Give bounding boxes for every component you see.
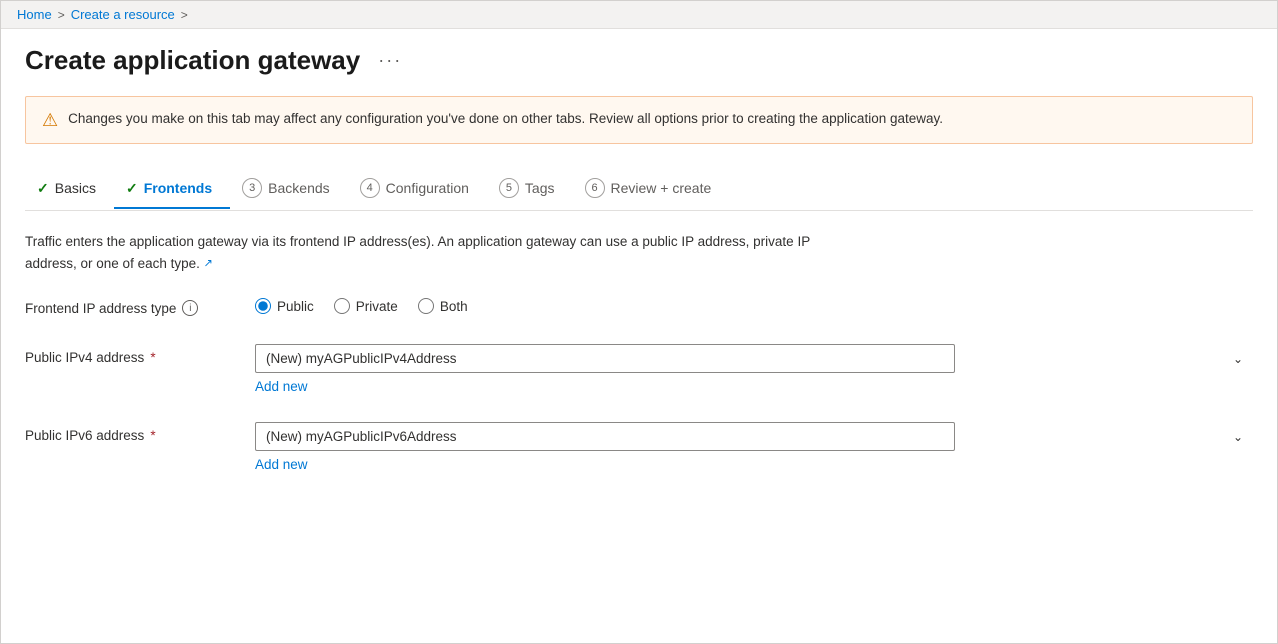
ipv4-label-text: Public IPv4 address	[25, 350, 144, 365]
breadcrumb-home[interactable]: Home	[17, 7, 52, 22]
ipv4-dropdown[interactable]: (New) myAGPublicIPv4Address	[255, 344, 955, 373]
ipv6-row: Public IPv6 address * (New) myAGPublicIP…	[25, 422, 1253, 472]
radio-public[interactable]: Public	[255, 298, 314, 314]
radio-private-label: Private	[356, 299, 398, 314]
form-section: Frontend IP address type i Public Privat…	[25, 294, 1253, 472]
main-content: Create application gateway ··· ⚠ Changes…	[1, 29, 1277, 496]
ipv4-dropdown-wrapper: (New) myAGPublicIPv4Address ⌄	[255, 344, 1253, 373]
page-title-row: Create application gateway ···	[25, 45, 1253, 76]
page-title: Create application gateway	[25, 45, 360, 76]
tab-backends-label: Backends	[268, 180, 329, 196]
radio-both-input[interactable]	[418, 298, 434, 314]
ipv6-dropdown-wrapper: (New) myAGPublicIPv6Address ⌄	[255, 422, 1253, 451]
top-bar: Home > Create a resource >	[1, 1, 1277, 29]
warning-text: Changes you make on this tab may affect …	[68, 109, 943, 129]
radio-private[interactable]: Private	[334, 298, 398, 314]
frontend-ip-radio-group: Public Private Both	[255, 294, 1253, 314]
frontend-ip-control: Public Private Both	[255, 294, 1253, 314]
tab-backends-step: 3	[242, 178, 262, 198]
tab-tags-label: Tags	[525, 180, 555, 196]
frontend-ip-label-text: Frontend IP address type	[25, 301, 176, 316]
ipv4-add-new[interactable]: Add new	[255, 379, 308, 394]
warning-banner: ⚠ Changes you make on this tab may affec…	[25, 96, 1253, 144]
description-link[interactable]: ↗	[204, 256, 213, 271]
radio-private-input[interactable]	[334, 298, 350, 314]
ipv6-label-text: Public IPv6 address	[25, 428, 144, 443]
tab-frontends[interactable]: ✓ Frontends	[114, 170, 230, 209]
tab-configuration[interactable]: 4 Configuration	[348, 168, 487, 210]
tab-review-step: 6	[585, 178, 605, 198]
external-link-icon: ↗	[204, 257, 213, 269]
tab-backends[interactable]: 3 Backends	[230, 168, 347, 210]
warning-icon: ⚠	[42, 110, 58, 131]
ipv4-dropdown-arrow: ⌄	[1233, 352, 1243, 366]
frontend-ip-label: Frontend IP address type i	[25, 294, 255, 316]
breadcrumb-sep1: >	[58, 8, 65, 22]
tab-review-create[interactable]: 6 Review + create	[573, 168, 730, 210]
tab-configuration-step: 4	[360, 178, 380, 198]
tab-configuration-label: Configuration	[386, 180, 469, 196]
ipv6-add-new[interactable]: Add new	[255, 457, 308, 472]
ipv6-dropdown-arrow: ⌄	[1233, 430, 1243, 444]
tab-frontends-check: ✓	[126, 180, 138, 197]
tab-basics-label: Basics	[55, 180, 96, 196]
ipv6-dropdown[interactable]: (New) myAGPublicIPv6Address	[255, 422, 955, 451]
tab-review-label: Review + create	[611, 180, 712, 196]
tab-frontends-label: Frontends	[144, 180, 212, 196]
tab-basics-check: ✓	[37, 180, 49, 197]
breadcrumb: Home > Create a resource >	[17, 7, 1261, 22]
radio-both[interactable]: Both	[418, 298, 468, 314]
radio-public-input[interactable]	[255, 298, 271, 314]
tab-tags[interactable]: 5 Tags	[487, 168, 573, 210]
ipv4-required: *	[150, 350, 155, 365]
tabs-row: ✓ Basics ✓ Frontends 3 Backends 4 Config…	[25, 168, 1253, 211]
ipv4-row: Public IPv4 address * (New) myAGPublicIP…	[25, 344, 1253, 394]
ipv6-control: (New) myAGPublicIPv6Address ⌄ Add new	[255, 422, 1253, 472]
breadcrumb-sep2: >	[181, 8, 188, 22]
ipv4-label: Public IPv4 address *	[25, 344, 255, 365]
tab-tags-step: 5	[499, 178, 519, 198]
radio-both-label: Both	[440, 299, 468, 314]
ellipsis-menu-button[interactable]: ···	[372, 48, 408, 73]
ipv6-label: Public IPv6 address *	[25, 422, 255, 443]
tab-basics[interactable]: ✓ Basics	[25, 170, 114, 209]
frontend-ip-info-icon[interactable]: i	[182, 300, 198, 316]
radio-public-label: Public	[277, 299, 314, 314]
description-text: Traffic enters the application gateway v…	[25, 231, 845, 274]
breadcrumb-create-resource[interactable]: Create a resource	[71, 7, 175, 22]
frontend-ip-row: Frontend IP address type i Public Privat…	[25, 294, 1253, 316]
ipv6-required: *	[150, 428, 155, 443]
ipv4-control: (New) myAGPublicIPv4Address ⌄ Add new	[255, 344, 1253, 394]
description-main: Traffic enters the application gateway v…	[25, 234, 810, 271]
